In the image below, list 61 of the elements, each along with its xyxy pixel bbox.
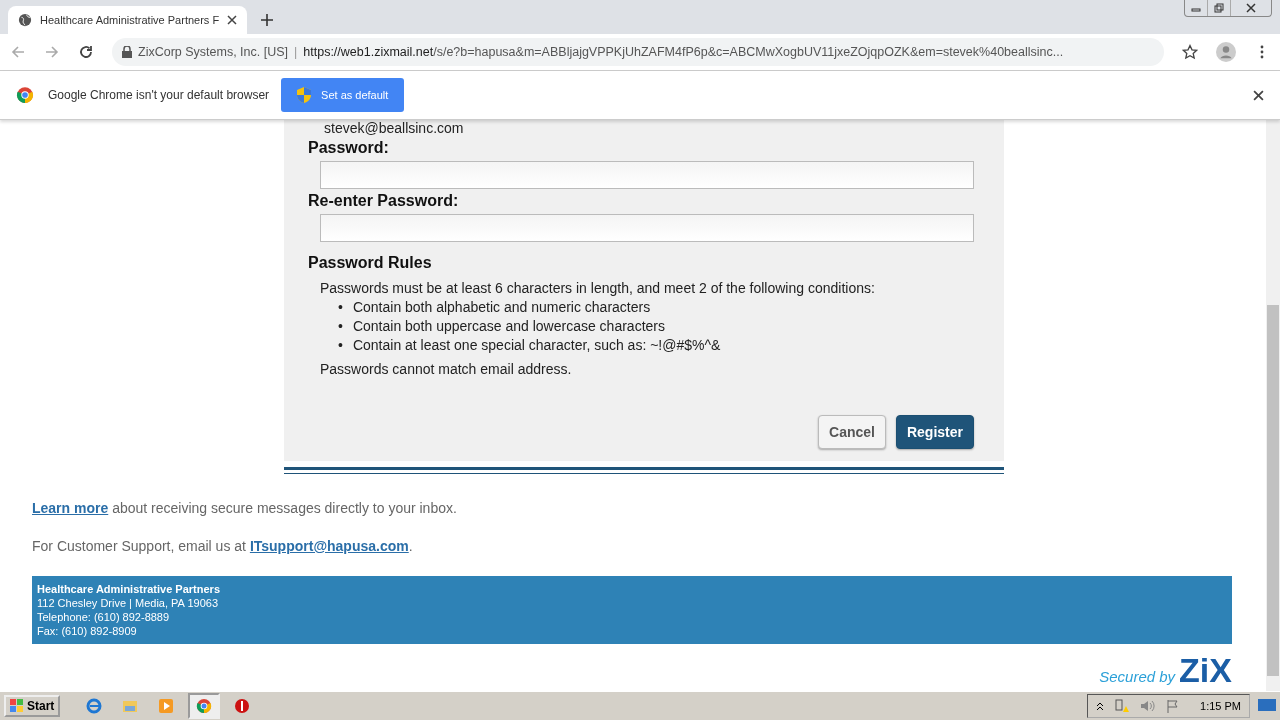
- password-field[interactable]: [320, 161, 974, 189]
- back-icon[interactable]: [10, 44, 26, 60]
- rules-note: Passwords cannot match email address.: [319, 361, 573, 377]
- separator: |: [294, 45, 298, 59]
- address-bar[interactable]: ZixCorp Systems, Inc. [US] | https://web1.zixmail.net/s/e?b=hapusa&m=ABBljajgVPPKjUhZAFM4fP6p&c=ABCMwXogbUV11jxeZOjqpOZK&em=stevek%40beallsinc...: [112, 38, 1164, 66]
- field-label: Re-enter Password:: [308, 192, 460, 210]
- clock[interactable]: 1:15 PM: [1200, 700, 1241, 712]
- stop-icon[interactable]: [234, 698, 251, 714]
- chrome-icon: [16, 86, 34, 104]
- infobar-message: Google Chrome isn't your default browser: [48, 88, 270, 102]
- site-identity: ZixCorp Systems, Inc. [US]: [138, 45, 289, 59]
- rules-intro: Passwords must be at least 6 characters in length, and meet 2 of the following conditions:: [319, 280, 876, 296]
- footer-line: Telephone: (610) 892-8889: [37, 610, 171, 624]
- browser-tab[interactable]: Healthcare Administrative Partners F: [8, 6, 248, 34]
- close-icon[interactable]: [1246, 3, 1256, 13]
- rule-item: Contain at least one special character, such as: ~!@#$%^&: [352, 336, 721, 355]
- company-name: Healthcare Administrative Partners: [37, 582, 221, 596]
- shield-icon: [297, 87, 312, 103]
- taskbar-app[interactable]: [188, 693, 221, 719]
- footer-line: Fax: (610) 892-8909: [37, 624, 138, 638]
- support-text: For Customer Support, email us at ITsupport@hapusa.com.: [32, 538, 414, 554]
- footer-line: 112 Chesley Drive | Media, PA 19063: [37, 596, 219, 610]
- lock-icon: [122, 46, 132, 58]
- email-text: stevek@beallsinc.com: [323, 120, 465, 136]
- register-button[interactable]: Register: [895, 415, 974, 449]
- secured-by-text: Secured by: [1099, 668, 1176, 685]
- flag-icon[interactable]: [1166, 699, 1181, 713]
- desktop-icon[interactable]: [1258, 699, 1276, 713]
- url-text: https://web1.zixmail.net/s/e?b=hapusa&m=ABBljajgVPPKjUhZAFM4fP6p&c=ABCMwXogbUV11jxeZOjqpOZK&em=stevek%40beallsinc...: [303, 45, 1064, 59]
- network-icon[interactable]: [1114, 699, 1131, 713]
- globe-icon: [18, 13, 32, 27]
- bullet: •: [338, 298, 343, 317]
- cancel-button[interactable]: Cancel: [818, 415, 886, 449]
- brand-logo: ZiX: [1179, 654, 1232, 686]
- avatar-icon[interactable]: [1216, 42, 1236, 62]
- rule-item: Contain both uppercase and lowercase characters: [352, 317, 665, 336]
- forward-icon[interactable]: [44, 44, 60, 60]
- chrome-icon[interactable]: [196, 698, 213, 714]
- restore-icon[interactable]: [1214, 3, 1224, 13]
- star-icon[interactable]: [1182, 44, 1198, 60]
- bullet: •: [338, 317, 343, 336]
- field-label: Password:: [308, 139, 390, 157]
- chevron-up-icon[interactable]: [1096, 701, 1105, 711]
- bullet: •: [338, 336, 343, 355]
- learn-more-text: Learn more about receiving secure messages directly to your inbox.: [32, 500, 458, 516]
- rules-heading: Password Rules: [308, 254, 433, 272]
- close-icon[interactable]: [227, 15, 238, 25]
- rule-item: Contain both alphabetic and numeric characters: [352, 298, 651, 317]
- reload-icon[interactable]: [78, 44, 94, 60]
- start-button[interactable]: Start: [4, 695, 61, 717]
- password-field[interactable]: [320, 214, 974, 242]
- learn-more-link[interactable]: Learn more: [32, 500, 109, 516]
- close-icon[interactable]: [1253, 89, 1264, 101]
- speaker-icon[interactable]: [1140, 699, 1157, 713]
- new-tab-icon[interactable]: [261, 14, 274, 26]
- support-email-link[interactable]: ITsupport@hapusa.com: [249, 538, 409, 554]
- windows-logo-icon: [10, 699, 24, 713]
- set-default-button[interactable]: Set as default: [281, 78, 405, 112]
- play-icon[interactable]: [158, 698, 175, 714]
- scrollbar[interactable]: [1266, 120, 1280, 691]
- globe-e-icon[interactable]: [86, 698, 103, 714]
